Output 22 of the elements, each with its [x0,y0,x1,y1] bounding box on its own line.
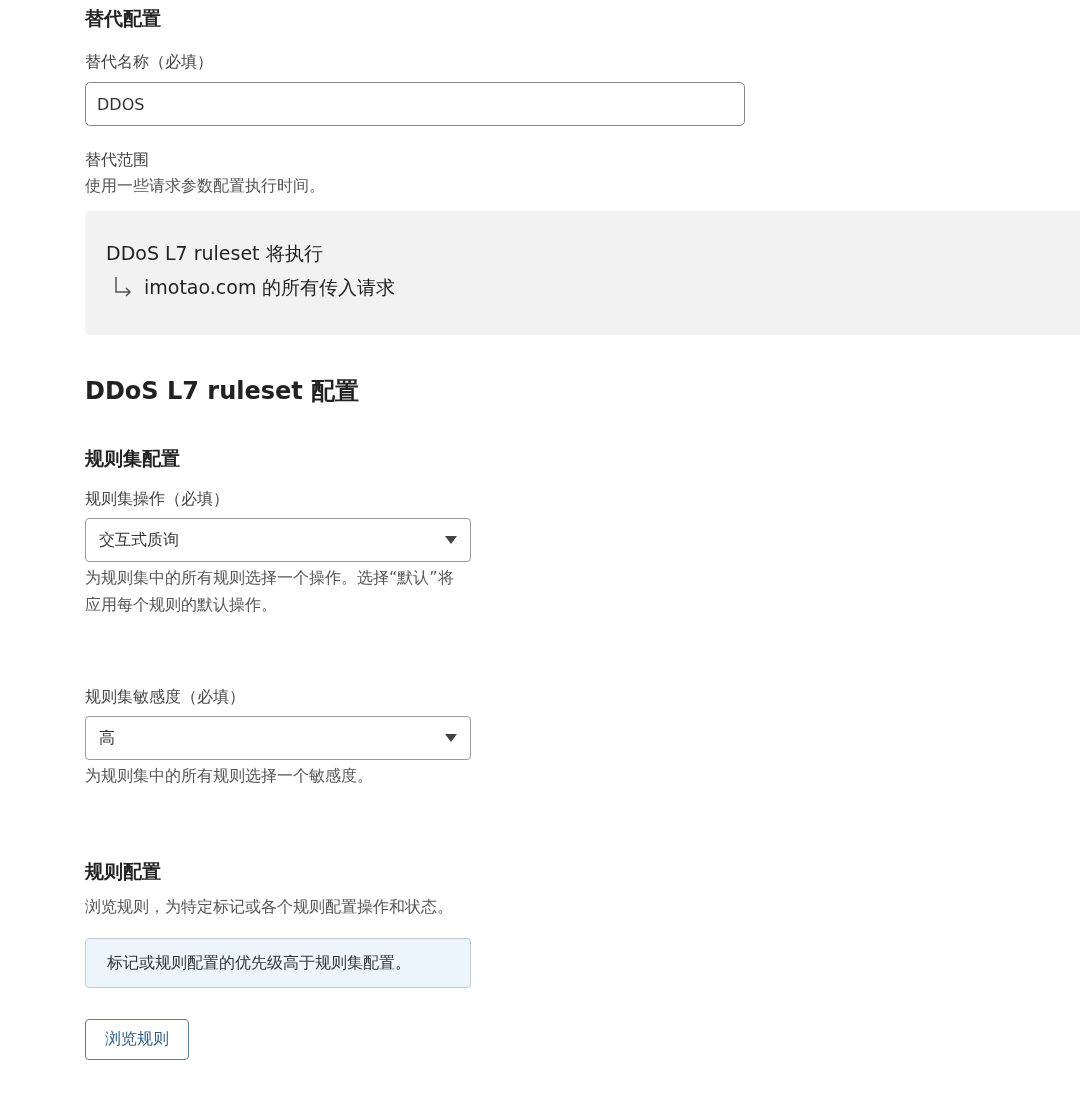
help-text: 为规则集中的所有规则选择一个操作。选择“默认”将应用每个规则的默认操作。 [85,567,455,616]
ruleset-text: DDoS L7 ruleset 将执行 [106,241,324,266]
section-heading: 替代配置 [85,6,162,31]
section-description: 浏览规则，为特定标记或各个规则配置操作和状态。 [85,896,454,918]
help-text: 为规则集中的所有规则选择一个敏感度。 [85,765,374,787]
caret-icon [445,734,457,742]
section-heading: 规则配置 [85,859,162,884]
field-label: 规则集操作（必填） [85,488,230,510]
caret-icon [445,536,457,544]
target-text: imotao.com 的所有传入请求 [144,275,396,300]
field-description: 使用一些请求参数配置执行时间。 [85,175,326,197]
return-arrow-icon [114,277,132,297]
dropdown[interactable]: 交互式质询 [85,518,471,562]
field-label: 替代名称（必填） [85,51,214,73]
field-label: 规则集敏感度（必填） [85,686,246,708]
field-label: 替代范围 [85,149,150,171]
info-banner: 标记或规则配置的优先级高于规则集配置。 [85,938,471,988]
section-heading: 规则集配置 [85,446,181,471]
browse-rules-button[interactable]: 浏览规则 [85,1019,189,1060]
section-title: DDoS L7 ruleset 配置 [85,376,361,407]
dropdown[interactable]: 高 [85,716,471,760]
name-input-field[interactable]: DDOS [85,82,745,126]
